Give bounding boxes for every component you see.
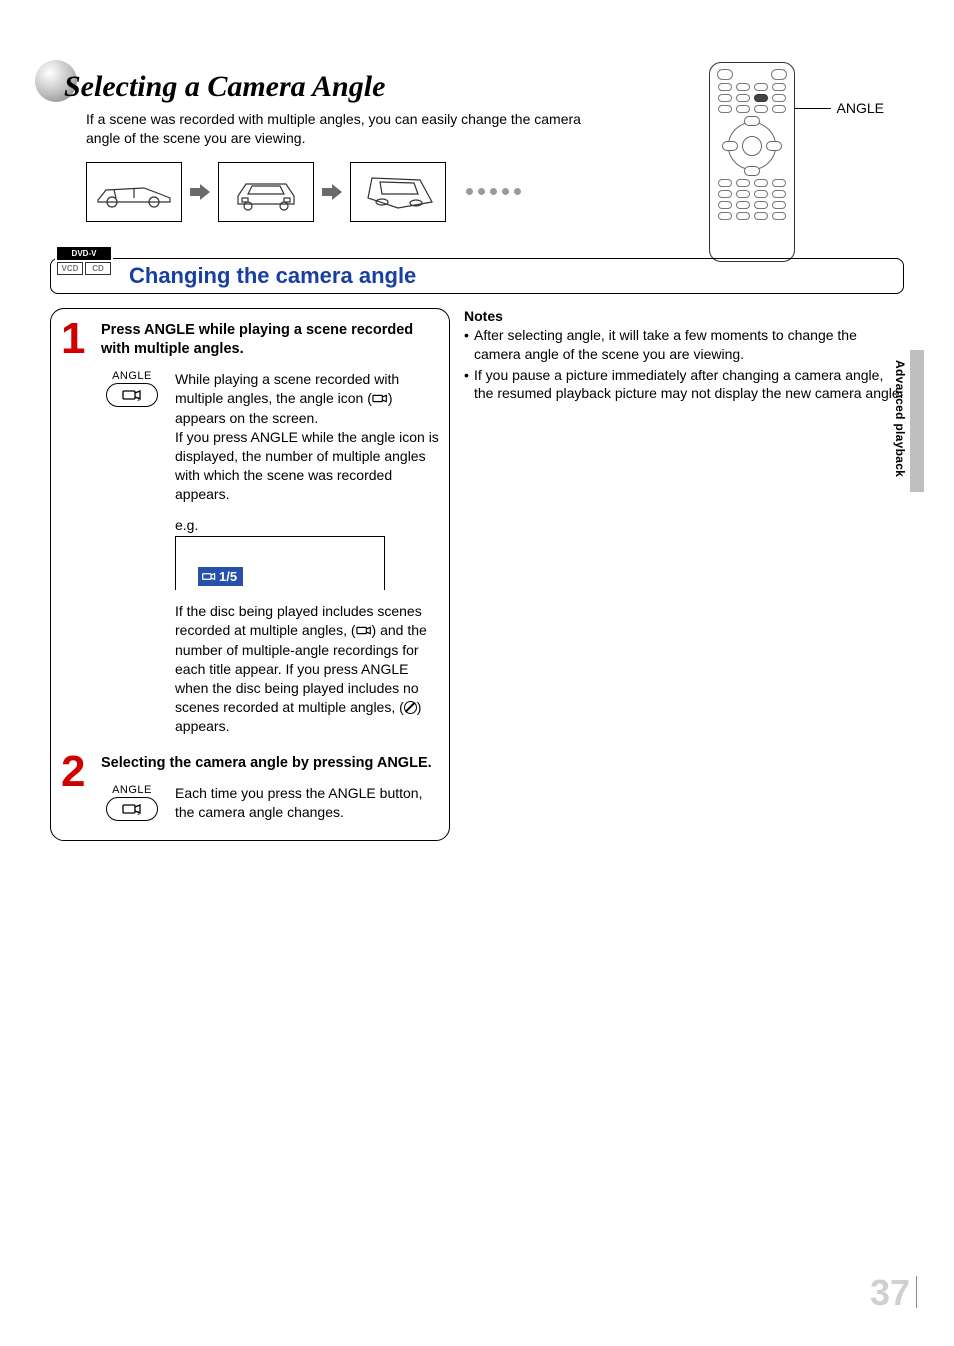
step-1: 1 Press ANGLE while playing a scene reco… — [61, 321, 439, 736]
intro-text: If a scene was recorded with multiple an… — [86, 110, 586, 148]
badge-vcd: VCD — [57, 262, 83, 275]
note-item: After selecting angle, it will take a fe… — [464, 326, 904, 364]
badge-dvdv: DVD-V — [57, 247, 111, 260]
continuation-dots — [466, 188, 521, 195]
step-heading: Press ANGLE while playing a scene record… — [101, 321, 439, 359]
example-value: 1/5 — [219, 568, 237, 586]
angle-button-graphic: 1 — [106, 383, 158, 407]
svg-text:1: 1 — [137, 811, 140, 816]
step-number: 1 — [61, 321, 91, 736]
steps-panel: 1 Press ANGLE while playing a scene reco… — [50, 308, 450, 841]
step-2: 2 Selecting the camera angle by pressing… — [61, 754, 439, 823]
page-number: 37 — [870, 1272, 910, 1314]
prohibit-icon — [404, 701, 417, 714]
car-front-icon — [226, 172, 306, 212]
angle-button-graphic: 1 — [106, 797, 158, 821]
camera-angle-icon — [356, 625, 372, 636]
step2-body: Each time you press the ANGLE button, th… — [175, 784, 439, 822]
chapter-thumb-tab — [910, 350, 924, 492]
camera-angle-icon — [202, 571, 216, 582]
button-label: ANGLE — [101, 370, 163, 382]
camera-angle-icon: 1 — [122, 802, 142, 816]
notes-column: Notes After selecting angle, it will tak… — [464, 308, 904, 841]
car-side-icon — [94, 172, 174, 212]
disc-format-badges: DVD-V VCD CD — [55, 247, 113, 275]
car-angle-frame-2 — [218, 162, 314, 222]
button-label: ANGLE — [101, 784, 163, 796]
page-title: Selecting a Camera Angle — [50, 70, 904, 104]
example-screen-frame: 1/5 — [175, 536, 385, 590]
camera-angle-icon: 1 — [122, 388, 142, 402]
badge-cd: CD — [85, 262, 111, 275]
arrow-right-icon — [322, 184, 342, 200]
svg-text:1: 1 — [137, 397, 140, 402]
car-top-icon — [358, 172, 438, 212]
section-heading-bar: DVD-V VCD CD Changing the camera angle — [50, 258, 904, 294]
step-heading: Selecting the camera angle by pressing A… — [101, 754, 439, 773]
step1-para1a: While playing a scene recorded with mult… — [175, 371, 399, 406]
section-title: Changing the camera angle — [129, 263, 416, 289]
step1-para1c: If you press ANGLE while the angle icon … — [175, 429, 439, 502]
step-number: 2 — [61, 754, 91, 823]
example-osd-chip: 1/5 — [198, 567, 243, 587]
chapter-thumb-label: Advanced playback — [893, 360, 907, 477]
car-angle-frame-1 — [86, 162, 182, 222]
note-item: If you pause a picture immediately after… — [464, 366, 904, 404]
camera-angle-icon — [372, 393, 388, 404]
arrow-right-icon — [190, 184, 210, 200]
callout-leader-line — [795, 108, 831, 109]
notes-heading: Notes — [464, 308, 904, 324]
example-label: e.g. — [175, 516, 439, 535]
car-angle-frame-3 — [350, 162, 446, 222]
